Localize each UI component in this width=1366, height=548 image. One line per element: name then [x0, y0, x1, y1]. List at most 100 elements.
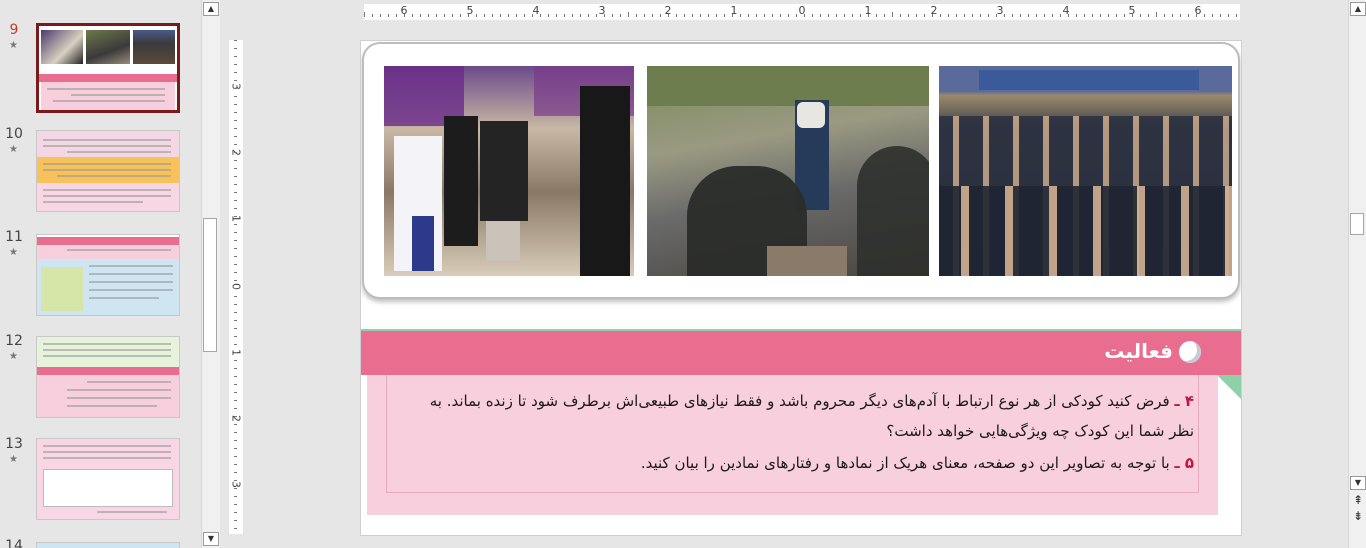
ruler-tick: [1132, 14, 1133, 17]
ruler-tick: [868, 14, 869, 17]
ruler-tick: [596, 14, 597, 17]
ruler-tick: [1180, 14, 1181, 17]
thumbnail-number: 13: [5, 436, 23, 452]
activity-question-box[interactable]: ۴ ـ فرض کنید کودکی از هر نوع ارتباط با آ…: [367, 375, 1218, 515]
ruler-tick: [796, 14, 797, 17]
slide-scrollbar[interactable]: ▲ ▼ ⇞ ⇟: [1348, 0, 1366, 548]
ruler-tick: [234, 72, 237, 73]
horizontal-ruler[interactable]: 6 5 4 3 2 1 0 1 2 3 4 5 6: [364, 4, 1240, 20]
ruler-tick: [740, 14, 741, 17]
military-salute-photo[interactable]: [939, 66, 1232, 276]
ruler-tick: [532, 14, 533, 17]
ruler-tick: [234, 440, 237, 441]
ruler-tick: [436, 14, 437, 17]
question-4-number: ۴ ـ: [1174, 392, 1194, 410]
ruler-tick: [580, 14, 581, 17]
ruler-tick: [234, 464, 237, 465]
ruler-tick: [980, 14, 981, 17]
ruler-tick: [234, 96, 237, 97]
ruler-tick: [234, 416, 237, 417]
ruler-tick: [972, 14, 973, 17]
ruler-tick: [412, 14, 413, 17]
scroll-down-button[interactable]: ▼: [203, 532, 219, 546]
ruler-tick: [676, 14, 677, 17]
ruler-tick: [844, 14, 845, 17]
question-4-line-1[interactable]: ۴ ـ فرض کنید کودکی از هر نوع ارتباط با آ…: [430, 392, 1194, 410]
slide-thumbnail-10[interactable]: [36, 130, 180, 212]
scroll-down-button[interactable]: ▼: [1350, 476, 1366, 490]
ruler-tick: [804, 14, 805, 17]
ruler-tick: [1140, 14, 1141, 17]
slide-thumbnail-9[interactable]: [36, 23, 180, 113]
ruler-label: 3: [598, 4, 606, 17]
ruler-tick: [1092, 14, 1093, 17]
slide-thumbnail-11[interactable]: [36, 234, 180, 316]
ruler-tick: [708, 14, 709, 17]
circle-bullet-icon: [1179, 341, 1201, 363]
ruler-tick: [234, 56, 237, 57]
ruler-tick: [932, 14, 933, 17]
slide-thumbnail-12[interactable]: [36, 336, 180, 418]
ruler-tick: [700, 14, 701, 17]
slide-scroll-thumb[interactable]: [1350, 213, 1364, 235]
ruler-tick: [234, 104, 237, 105]
scroll-up-button[interactable]: ▲: [203, 2, 219, 16]
previous-slide-button[interactable]: ⇞: [1350, 494, 1366, 508]
photo-frame[interactable]: [362, 42, 1240, 299]
ruler-tick: [234, 504, 237, 505]
ruler-tick: [1220, 14, 1221, 17]
ruler-tick: [716, 14, 717, 17]
question-5-text: با توجه به تصاویر این دو صفحه، معنای هری…: [640, 454, 1170, 472]
ruler-tick: [476, 14, 477, 17]
ruler-tick: [620, 14, 621, 17]
ruler-tick: [988, 14, 989, 17]
ruler-tick: [234, 528, 237, 529]
star-icon[interactable]: ★: [9, 40, 18, 51]
ruler-tick: [234, 64, 237, 65]
ruler-tick: [234, 160, 237, 161]
slide-thumbnail-14[interactable]: [36, 542, 180, 548]
thumbnail-number: 14: [5, 538, 23, 548]
ruler-tick: [780, 14, 781, 17]
ruler-tick: [234, 424, 237, 425]
ruler-tick: [484, 14, 485, 17]
ruler-tick: [234, 144, 237, 145]
ruler-tick: [788, 14, 789, 17]
ruler-tick: [628, 12, 629, 17]
ruler-tick: [524, 14, 525, 17]
ruler-tick: [748, 14, 749, 17]
ceremony-photo[interactable]: [384, 66, 634, 276]
question-4-line-2[interactable]: نظر شما این کودک چه ویژگی‌هایی خواهد داش…: [886, 422, 1194, 440]
ruler-tick: [1228, 14, 1229, 17]
star-icon[interactable]: ★: [9, 247, 18, 258]
ruler-tick: [1108, 14, 1109, 17]
ruler-tick: [924, 14, 925, 17]
star-icon[interactable]: ★: [9, 454, 18, 465]
ruler-tick: [234, 296, 237, 297]
ruler-tick: [234, 472, 237, 473]
ruler-label: 5: [466, 4, 474, 17]
ruler-tick: [604, 14, 605, 17]
scroll-up-button[interactable]: ▲: [1350, 2, 1366, 16]
next-slide-button[interactable]: ⇟: [1350, 510, 1366, 524]
thumbnail-scroll-thumb[interactable]: [203, 218, 217, 352]
ruler-tick: [1004, 14, 1005, 17]
question-5-line[interactable]: ۵ ـ با توجه به تصاویر این دو صفحه، معنای…: [641, 454, 1194, 472]
ruler-tick: [1052, 14, 1053, 17]
slide-canvas[interactable]: فعالیت ۴ ـ فرض کنید کودکی از هر نوع ارتب…: [360, 40, 1242, 536]
ruler-tick: [1060, 14, 1061, 17]
ruler-tick: [492, 14, 493, 17]
star-icon[interactable]: ★: [9, 351, 18, 362]
star-icon[interactable]: ★: [9, 144, 18, 155]
ruler-tick: [234, 112, 237, 113]
question-4-text: فرض کنید کودکی از هر نوع ارتباط با آدم‌ه…: [429, 392, 1170, 410]
activity-banner[interactable]: فعالیت: [361, 329, 1241, 375]
ruler-tick: [444, 14, 445, 17]
slide-thumbnail-13[interactable]: [36, 438, 180, 520]
protester-photo[interactable]: [647, 66, 929, 276]
ruler-tick: [364, 12, 365, 17]
banner-fold-decoration: [1217, 375, 1241, 399]
ruler-tick: [234, 496, 237, 497]
ruler-tick: [500, 14, 501, 17]
vertical-ruler[interactable]: 3 2 1 0 1 2 3: [229, 40, 243, 534]
